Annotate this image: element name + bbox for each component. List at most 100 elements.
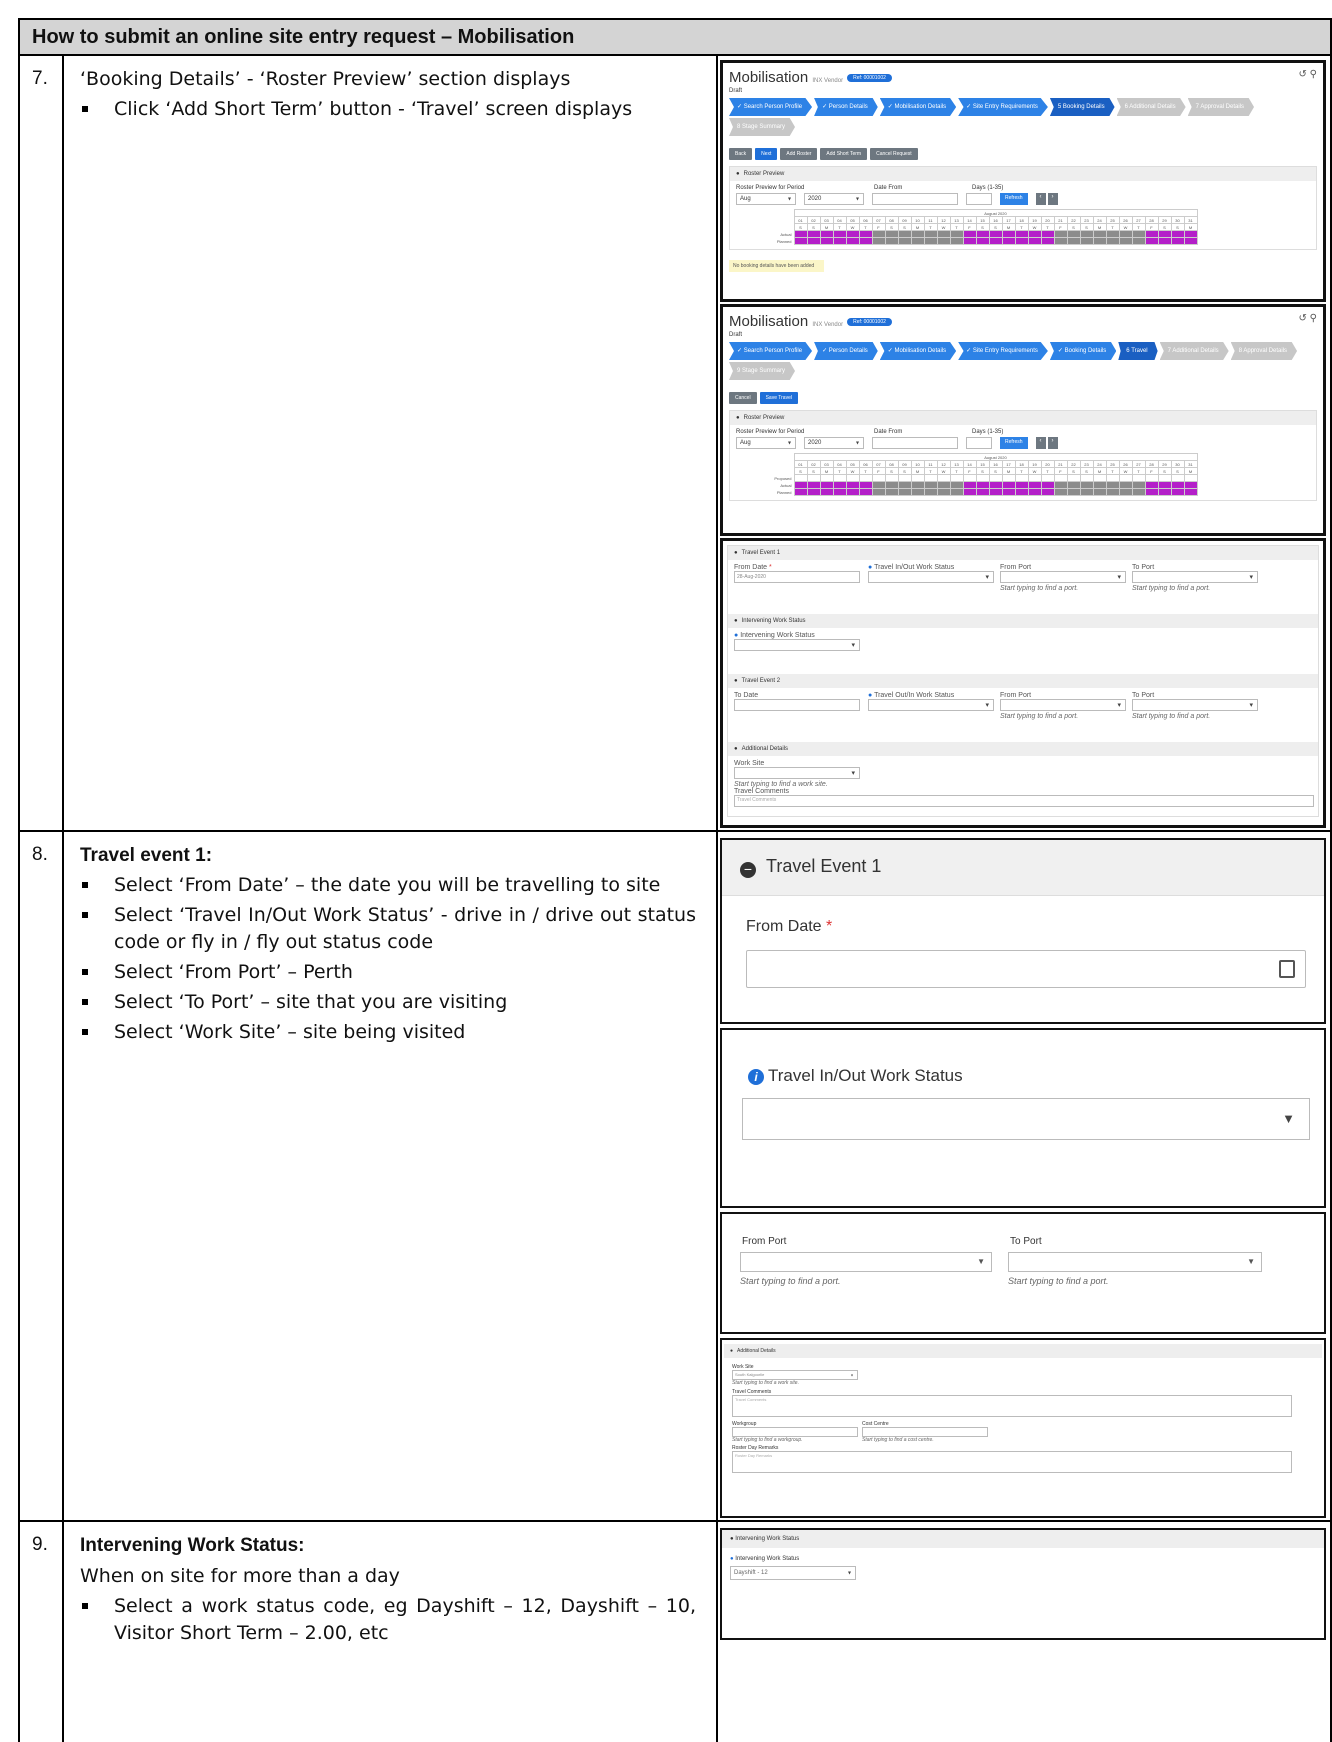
add-roster-button[interactable]: Add Roster — [780, 148, 818, 160]
roster-cell[interactable] — [910, 474, 925, 482]
roster-cell[interactable] — [936, 237, 951, 245]
roster-cell[interactable] — [1079, 488, 1094, 496]
roster-remarks-input[interactable]: Roster Day Remarks — [732, 1451, 1292, 1473]
roster-cell[interactable] — [897, 474, 912, 482]
chevron-down-icon[interactable]: ▼ — [977, 1257, 985, 1266]
comments-input[interactable]: Travel Comments — [732, 1395, 1292, 1417]
roster-cell[interactable] — [1027, 474, 1042, 482]
roster-cell[interactable] — [1157, 481, 1172, 489]
roster-cell[interactable] — [975, 230, 990, 238]
year-select[interactable]: 2020 — [804, 193, 864, 205]
roster-cell[interactable] — [910, 481, 925, 489]
roster-cell[interactable] — [1183, 481, 1198, 489]
roster-cell[interactable] — [871, 481, 886, 489]
wizard-step[interactable]: 8 Approval Details — [1230, 342, 1298, 360]
roster-cell[interactable] — [936, 488, 951, 496]
roster-cell[interactable] — [1183, 488, 1198, 496]
roster-cell[interactable] — [923, 488, 938, 496]
roster-cell[interactable] — [975, 488, 990, 496]
roster-cell[interactable] — [949, 488, 964, 496]
roster-cell[interactable] — [1157, 474, 1172, 482]
wizard-step[interactable]: ✓ Site Entry Requirements — [958, 342, 1048, 360]
roster-cell[interactable] — [884, 488, 899, 496]
roster-cell[interactable] — [1144, 488, 1159, 496]
roster-cell[interactable] — [975, 237, 990, 245]
roster-cell[interactable] — [910, 230, 925, 238]
roster-cell[interactable] — [1066, 474, 1081, 482]
month-select[interactable]: Aug — [736, 437, 796, 449]
roster-cell[interactable] — [1131, 488, 1146, 496]
wizard-step[interactable]: ✓ Booking Details — [1049, 342, 1117, 360]
wizard-step[interactable]: 5 Booking Details — [1049, 98, 1115, 116]
roster-cell[interactable] — [845, 474, 860, 482]
roster-cell[interactable] — [1131, 474, 1146, 482]
roster-cell[interactable] — [1066, 230, 1081, 238]
roster-cell[interactable] — [962, 237, 977, 245]
roster-cell[interactable] — [1027, 230, 1042, 238]
roster-cell[interactable] — [832, 474, 847, 482]
to-date-input[interactable] — [734, 699, 860, 711]
roster-cell[interactable] — [1157, 237, 1172, 245]
chevron-down-icon[interactable]: ▼ — [1247, 1257, 1255, 1266]
roster-cell[interactable] — [806, 474, 821, 482]
roster-cell[interactable] — [819, 474, 834, 482]
collapse-icon[interactable]: ● — [730, 1536, 734, 1542]
roster-cell[interactable] — [1118, 474, 1133, 482]
save-travel-button[interactable]: Save Travel — [759, 392, 798, 404]
roster-cell[interactable] — [1092, 230, 1107, 238]
roster-cell[interactable] — [1183, 474, 1198, 482]
roster-cell[interactable] — [793, 230, 808, 238]
roster-cell[interactable] — [793, 237, 808, 245]
date-from-input[interactable] — [872, 437, 958, 449]
roster-cell[interactable] — [1092, 474, 1107, 482]
roster-cell[interactable] — [806, 230, 821, 238]
roster-cell[interactable] — [910, 237, 925, 245]
roster-cell[interactable] — [1105, 481, 1120, 489]
wizard-step[interactable]: 9 Stage Summary — [729, 362, 796, 380]
roster-cell[interactable] — [949, 474, 964, 482]
roster-cell[interactable] — [897, 481, 912, 489]
roster-cell[interactable] — [975, 481, 990, 489]
wizard-step[interactable]: ✓ Mobilisation Details — [879, 342, 957, 360]
roster-cell[interactable] — [1170, 230, 1185, 238]
roster-cell[interactable] — [1014, 481, 1029, 489]
roster-cell[interactable] — [1040, 481, 1055, 489]
year-select[interactable]: 2020 — [804, 437, 864, 449]
roster-cell[interactable] — [949, 237, 964, 245]
workgroup-input[interactable] — [732, 1427, 858, 1437]
roster-cell[interactable] — [1079, 481, 1094, 489]
date-from-input[interactable] — [872, 193, 958, 205]
roster-cell[interactable] — [819, 230, 834, 238]
roster-cell[interactable] — [1170, 488, 1185, 496]
roster-cell[interactable] — [1170, 474, 1185, 482]
calendar-icon[interactable] — [1279, 960, 1295, 978]
roster-cell[interactable] — [1105, 237, 1120, 245]
roster-cell[interactable] — [1105, 488, 1120, 496]
roster-cell[interactable] — [1027, 237, 1042, 245]
roster-cell[interactable] — [1170, 237, 1185, 245]
roster-cell[interactable] — [1027, 481, 1042, 489]
roster-cell[interactable] — [1040, 488, 1055, 496]
from-port-select[interactable] — [1000, 571, 1126, 583]
collapse-icon[interactable]: − — [740, 862, 756, 878]
roster-cell[interactable] — [962, 481, 977, 489]
roster-cell[interactable] — [1079, 237, 1094, 245]
roster-cell[interactable] — [871, 488, 886, 496]
roster-cell[interactable] — [975, 474, 990, 482]
tio-select[interactable] — [868, 571, 994, 583]
wizard-step[interactable]: 6 Travel — [1118, 342, 1158, 360]
roster-cell[interactable] — [988, 237, 1003, 245]
cancel-request-button[interactable]: Cancel Request — [870, 148, 918, 160]
roster-cell[interactable] — [1014, 230, 1029, 238]
cost-centre-input[interactable] — [862, 1427, 988, 1437]
roster-cell[interactable] — [936, 230, 951, 238]
roster-cell[interactable] — [1183, 237, 1198, 245]
roster-cell[interactable] — [897, 230, 912, 238]
wizard-step[interactable]: 7 Approval Details — [1187, 98, 1255, 116]
roster-cell[interactable] — [1001, 230, 1016, 238]
roster-cell[interactable] — [858, 474, 873, 482]
roster-cell[interactable] — [1131, 481, 1146, 489]
roster-cell[interactable] — [936, 474, 951, 482]
history-icon[interactable]: ↺ ⚲ — [1299, 69, 1317, 80]
roster-cell[interactable] — [923, 481, 938, 489]
